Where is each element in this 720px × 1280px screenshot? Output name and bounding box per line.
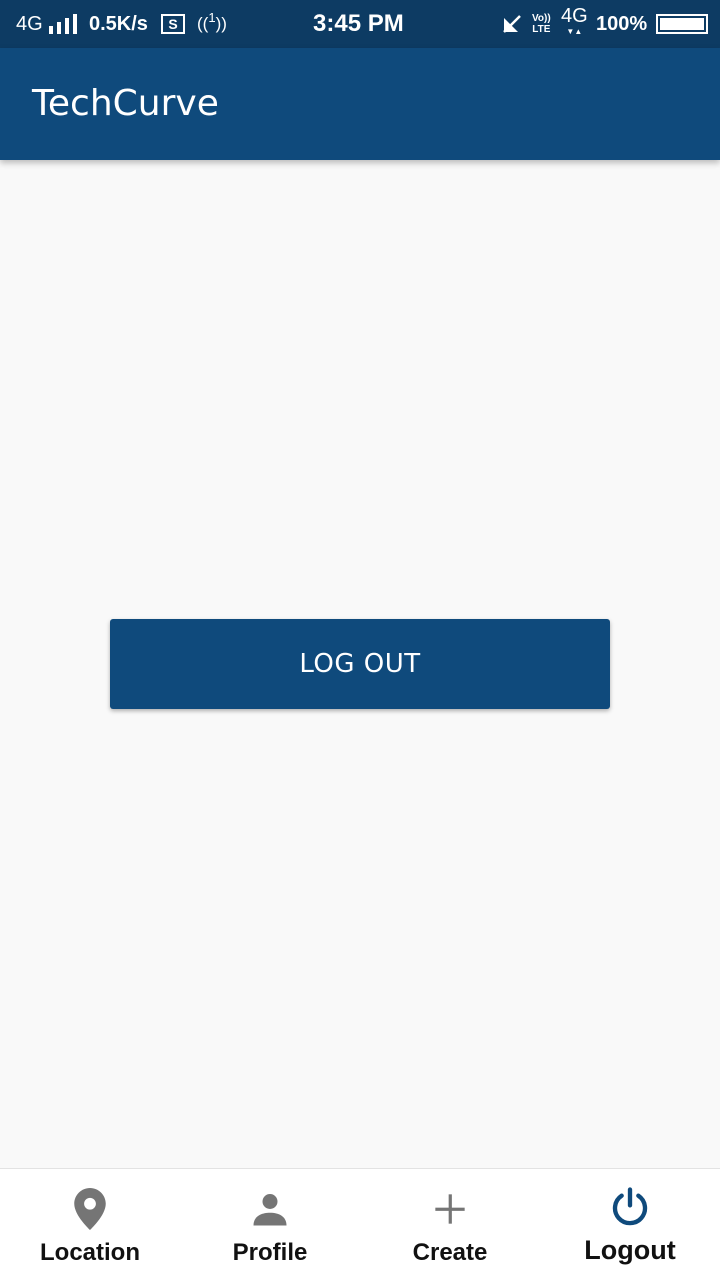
network-speed: 0.5K/s (89, 12, 148, 35)
app-bar: TechCurve (0, 48, 720, 160)
nav-label-logout: Logout (584, 1235, 676, 1265)
nav-label-create: Create (412, 1239, 488, 1266)
data-activity-icon: ▼▲ (566, 27, 583, 36)
network-type-right-label: 4G (561, 5, 588, 27)
bottom-navigation: Location Profile Create Logout (0, 1168, 720, 1280)
screenshot-icon: S (161, 0, 185, 48)
logout-button[interactable]: LOG OUT (110, 619, 610, 709)
volte-bottom-label: LTE (532, 24, 551, 35)
battery-icon (656, 0, 708, 48)
person-icon (240, 1187, 300, 1231)
location-pin-icon (60, 1187, 120, 1231)
status-bar: 4G 0.5K/s S ((1)) 3:45 PM Vo)) LTE 4G ▼▲… (0, 0, 720, 48)
nav-item-logout[interactable]: Logout (540, 1169, 720, 1280)
volte-top-label: Vo)) (532, 13, 551, 24)
volte-icon: Vo)) LTE (532, 0, 551, 48)
app-title: TechCurve (32, 83, 219, 124)
network-type-left: 4G (16, 12, 43, 35)
nav-label-profile: Profile (232, 1239, 308, 1266)
power-icon (600, 1185, 660, 1229)
screenshot-badge-label: S (168, 16, 178, 32)
vibrate-off-icon (500, 0, 524, 48)
plus-icon (420, 1187, 480, 1231)
signal-strength-icon (48, 0, 78, 48)
battery-percent: 100% (596, 12, 648, 35)
nav-item-profile[interactable]: Profile (180, 1169, 360, 1280)
hotspot-icon: ((1)) (197, 9, 227, 34)
nav-item-location[interactable]: Location (0, 1169, 180, 1280)
nav-label-location: Location (40, 1239, 140, 1266)
hotspot-number: 1 (208, 9, 216, 25)
network-type-right: 4G ▼▲ (561, 0, 588, 48)
status-time: 3:45 PM (313, 10, 404, 37)
nav-item-create[interactable]: Create (360, 1169, 540, 1280)
